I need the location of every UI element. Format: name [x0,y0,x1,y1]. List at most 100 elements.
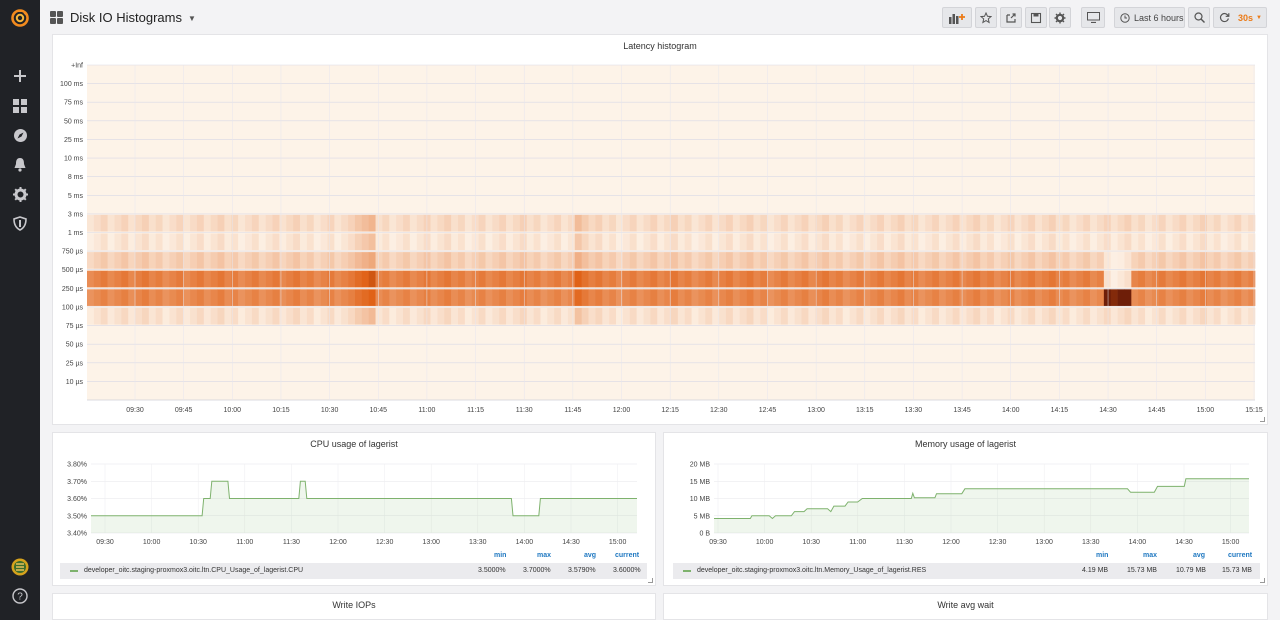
heatmap-cell [403,252,411,269]
time-range-picker[interactable]: Last 6 hours [1114,7,1185,28]
heatmap-cell [1103,307,1112,325]
heatmap-cell [1124,252,1132,269]
heatmap-cell [162,233,170,251]
heatmap-cell [705,214,713,232]
help-icon[interactable]: ? [0,582,40,610]
x-tick-label: 15:00 [1197,407,1215,414]
heatmap-cell [196,214,205,232]
legend-header-max[interactable]: max [1143,552,1157,559]
heatmap-cell [746,252,754,269]
x-tick-label: 10:30 [321,407,339,414]
heatmap-cell [238,233,246,251]
heatmap-cell [272,252,280,269]
heatmap-cell [746,307,754,325]
user-avatar[interactable] [0,553,40,581]
heatmap-cell [1131,270,1139,288]
configuration-icon[interactable] [0,180,40,208]
panel-title[interactable]: Write avg wait [664,600,1267,610]
heatmap-cell [904,289,912,306]
cpu-graph[interactable]: 3.80% 3.70% 3.60% 3.50% 3.40% 09:30 10:00 10:30… [53,433,655,548]
heatmap-chart[interactable]: +Inf 100 ms 75 ms 50 ms 25 ms 10 ms 8 ms 5 ms 3 … [53,35,1267,424]
heatmap-cell [107,233,115,251]
heatmap-cell [1186,270,1194,288]
legend-item[interactable]: developer_oitc.staging-proxmox3.oitc.ltn… [673,563,1260,579]
heatmap-cell [526,270,534,288]
heatmap-cell [162,252,170,269]
heatmap-cell [671,252,679,269]
heatmap-cell [609,214,617,232]
heatmap-cell [1158,233,1166,251]
y-tick-label: 250 µs [62,286,84,293]
star-dashboard-button[interactable] [975,7,997,28]
series-color-swatch[interactable] [70,570,78,572]
heatmap-cell [712,289,720,306]
alerting-icon[interactable] [0,150,40,178]
heatmap-cell [911,214,919,232]
tv-mode-button[interactable] [1081,7,1105,28]
memory-graph[interactable]: 20 MB 15 MB 10 MB 5 MB 0 B09:30 10:00 10:30 11:… [664,433,1267,548]
panel-resize-handle[interactable] [648,578,653,583]
legend-header-current[interactable]: current [615,552,639,559]
dashboards-icon[interactable] [0,92,40,120]
legend-header-avg[interactable]: avg [1193,552,1205,559]
series-max: 3.7000% [523,567,551,574]
dashboard-picker[interactable]: Disk IO Histograms ▼ [50,6,196,28]
chevron-down-icon: ▼ [1256,14,1262,21]
heatmap-cell [348,233,356,251]
heatmap-cell [780,289,789,306]
heatmap-cell [856,214,864,232]
heatmap-cell [506,214,514,232]
heatmap-cell [732,214,741,232]
heatmap-cell [1151,270,1160,288]
heatmap-cell [499,307,507,325]
refresh-picker[interactable]: 30s ▼ [1213,7,1267,28]
heatmap-cell [918,214,926,232]
heatmap-cell [801,289,809,306]
heatmap-cell [389,252,397,269]
heatmap-cell [739,233,747,251]
heatmap-cell [1179,289,1187,306]
heatmap-cell [1131,252,1139,269]
heatmap-cell [464,252,473,269]
server-admin-icon[interactable] [0,209,40,237]
heatmap-cell [128,270,136,288]
add-panel-button[interactable] [942,7,972,28]
dashboard-settings-button[interactable] [1049,7,1071,28]
heatmap-cell [320,307,328,325]
heatmap-cell [114,233,122,251]
explore-icon[interactable] [0,121,40,149]
panel-resize-handle[interactable] [1260,578,1265,583]
heatmap-cell [808,233,816,251]
series-color-swatch[interactable] [683,570,691,572]
heatmap-cell [533,289,541,306]
series-avg: 10.79 MB [1176,567,1206,574]
heatmap-cell [842,252,850,269]
heatmap-cell [423,307,431,325]
panel-title[interactable]: Write IOPs [53,600,655,610]
heatmap-cell [1035,214,1043,232]
heatmap-cell [966,214,974,232]
x-tick-label: 12:30 [989,539,1007,546]
share-dashboard-button[interactable] [1000,7,1022,28]
heatmap-cell [774,289,782,306]
heatmap-cell [1000,307,1008,325]
create-icon[interactable] [0,62,40,90]
legend-header-current[interactable]: current [1228,552,1252,559]
panel-resize-handle[interactable] [1260,417,1265,422]
legend-header-min[interactable]: min [494,552,506,559]
grafana-logo-icon[interactable] [0,4,40,32]
heatmap-cell [1131,289,1139,306]
heatmap-cell [698,214,706,232]
heatmap-cell [1021,214,1029,232]
legend-header-min[interactable]: min [1096,552,1108,559]
x-tick-label: 12:00 [942,539,960,546]
heatmap-cell [423,214,431,232]
heatmap-cell [588,233,596,251]
zoom-out-button[interactable] [1188,7,1210,28]
legend-header-max[interactable]: max [537,552,551,559]
save-dashboard-button[interactable] [1025,7,1047,28]
legend-header-avg[interactable]: avg [584,552,596,559]
heatmap-cell [753,252,761,269]
heatmap-cell [561,289,569,306]
legend-item[interactable]: developer_oitc.staging-proxmox3.oitc.ltn… [60,563,647,579]
